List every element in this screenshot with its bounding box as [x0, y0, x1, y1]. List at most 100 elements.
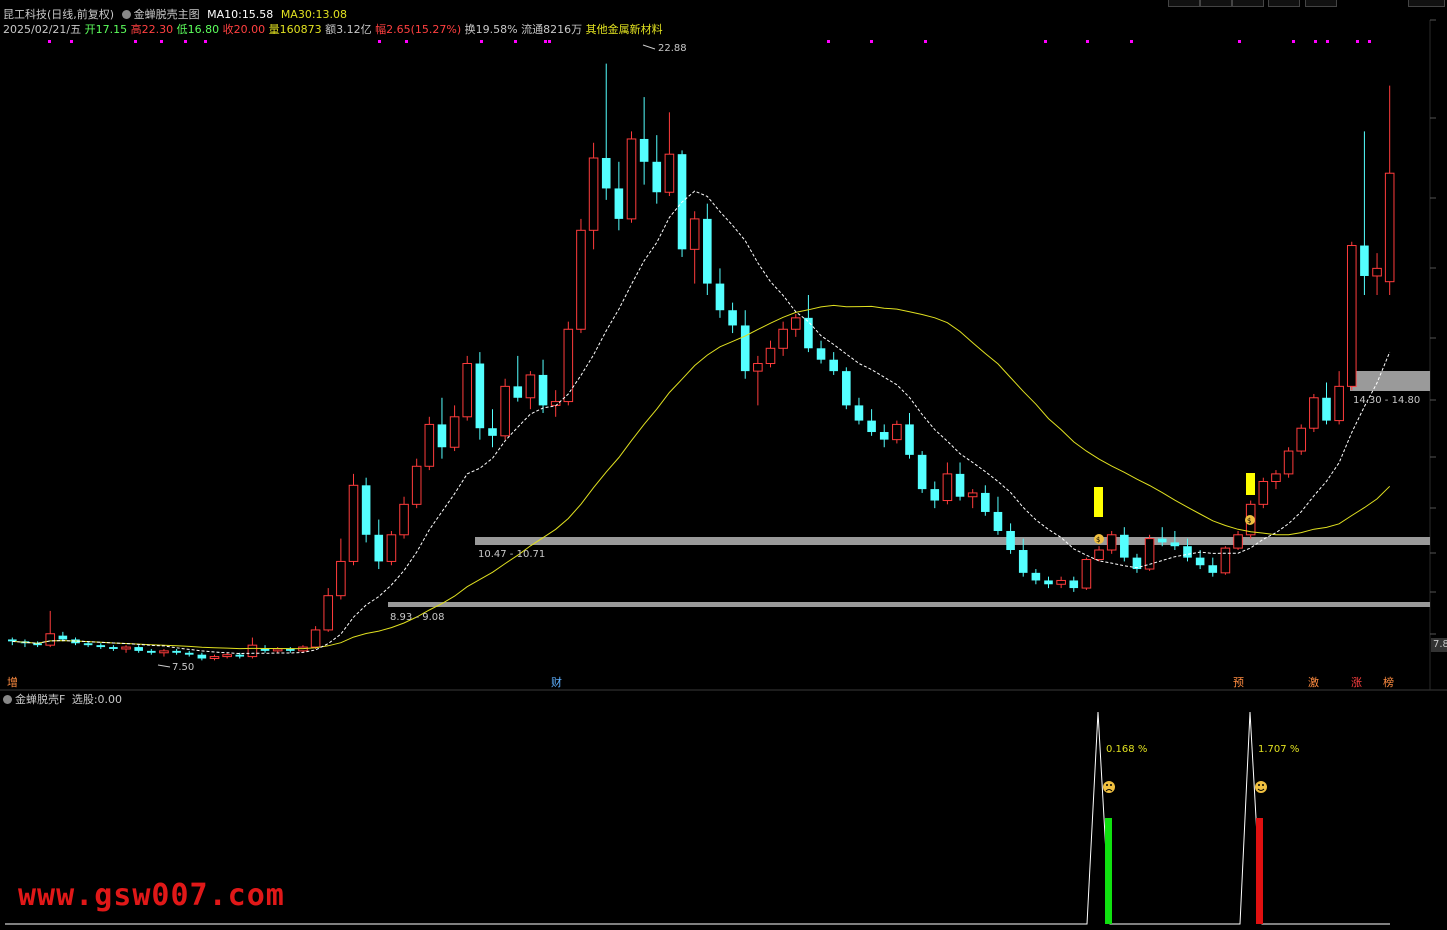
candle-body[interactable]: [765, 347, 776, 365]
candle-body[interactable]: [1018, 550, 1028, 573]
candle-body[interactable]: [1360, 245, 1369, 276]
candle-body[interactable]: [588, 157, 599, 231]
candle-body[interactable]: [854, 405, 864, 421]
candle-body[interactable]: [437, 424, 447, 448]
candle-body[interactable]: [184, 652, 194, 655]
candle-body[interactable]: [1296, 427, 1307, 452]
candle-body[interactable]: [993, 511, 1003, 531]
candle-body[interactable]: [96, 645, 106, 648]
candle-body[interactable]: [652, 161, 662, 193]
candle-body[interactable]: [740, 325, 750, 372]
candle-body[interactable]: [411, 465, 422, 505]
candle-body[interactable]: [816, 348, 826, 360]
candle-body[interactable]: [45, 633, 56, 646]
period-label[interactable]: (日线,前复权): [47, 8, 114, 21]
sector-label[interactable]: 其他金属新材料: [586, 23, 663, 36]
candle-body[interactable]: [121, 646, 131, 650]
candle-body[interactable]: [525, 374, 536, 399]
formula-name[interactable]: 金蝉脱壳主图: [134, 8, 200, 21]
candle-body[interactable]: [728, 310, 737, 326]
candle-body[interactable]: [1208, 565, 1218, 573]
candle-body[interactable]: [1170, 542, 1180, 547]
candle-body[interactable]: [967, 492, 978, 498]
candle-body[interactable]: [197, 654, 207, 659]
candle-body[interactable]: [1081, 559, 1092, 589]
candle-body[interactable]: [1271, 473, 1281, 483]
candle-body[interactable]: [879, 432, 889, 440]
candle-body[interactable]: [424, 423, 435, 467]
candle-body[interactable]: [664, 153, 675, 193]
candle-body[interactable]: [488, 428, 497, 436]
candle-body[interactable]: [550, 401, 561, 406]
candle-body[interactable]: [842, 371, 851, 406]
candle-body[interactable]: [361, 485, 371, 535]
sub-title[interactable]: 金蝉脱壳F: [15, 693, 65, 706]
candle-body[interactable]: [159, 650, 169, 654]
candle-body[interactable]: [1044, 580, 1053, 585]
marker-yu[interactable]: 预: [1233, 676, 1244, 690]
candle-body[interactable]: [1031, 572, 1041, 581]
candle-body[interactable]: [930, 489, 940, 501]
candle-body[interactable]: [1006, 530, 1015, 551]
candle-body[interactable]: [1346, 245, 1357, 387]
candle-body[interactable]: [892, 423, 902, 441]
candle-body[interactable]: [386, 534, 397, 562]
candle-body[interactable]: [134, 647, 143, 651]
candle-body[interactable]: [222, 654, 232, 658]
marker-bang[interactable]: 榜: [1383, 676, 1394, 690]
candle-body[interactable]: [981, 492, 990, 512]
marker-ji[interactable]: 激: [1308, 676, 1319, 690]
candle-body[interactable]: [336, 560, 346, 597]
candle-body[interactable]: [1157, 538, 1167, 543]
marker-zhang[interactable]: 涨: [1351, 676, 1362, 690]
candle-body[interactable]: [348, 484, 359, 562]
candle-body[interactable]: [538, 374, 548, 406]
candle-body[interactable]: [500, 385, 510, 437]
candle-body[interactable]: [955, 473, 965, 497]
candle-body[interactable]: [778, 328, 788, 349]
candle-body[interactable]: [475, 363, 485, 429]
candle-body[interactable]: [790, 317, 801, 330]
candle-body[interactable]: [1283, 450, 1294, 475]
formula-dropdown-icon[interactable]: [121, 10, 131, 19]
candle-body[interactable]: [83, 643, 93, 646]
candle-body[interactable]: [147, 650, 156, 653]
candle-body[interactable]: [462, 363, 473, 418]
marker-cai[interactable]: 财: [551, 676, 562, 690]
candle-body[interactable]: [286, 648, 295, 651]
candle-body[interactable]: [1233, 534, 1243, 549]
candle-body[interactable]: [172, 650, 181, 653]
candle-body[interactable]: [576, 229, 586, 330]
candle-body[interactable]: [1056, 579, 1066, 585]
candle-body[interactable]: [689, 218, 700, 250]
candle-body[interactable]: [1094, 549, 1104, 561]
candle-body[interactable]: [247, 644, 258, 658]
candle-body[interactable]: [1220, 547, 1231, 574]
candle-body[interactable]: [1195, 557, 1205, 566]
candle-body[interactable]: [867, 420, 876, 433]
candle-body[interactable]: [513, 386, 523, 398]
candle-body[interactable]: [1384, 172, 1395, 283]
candle-body[interactable]: [272, 648, 283, 652]
candle-body[interactable]: [235, 654, 245, 657]
candle-body[interactable]: [1372, 267, 1382, 277]
candle-body[interactable]: [917, 454, 927, 490]
candle-body[interactable]: [1334, 385, 1344, 422]
candle-body[interactable]: [715, 283, 725, 311]
candle-body[interactable]: [942, 473, 953, 502]
marker-zeng[interactable]: 增: [7, 676, 18, 690]
candle-body[interactable]: [8, 639, 17, 642]
candle-body[interactable]: [449, 416, 460, 448]
candle-body[interactable]: [639, 138, 649, 162]
candle-body[interactable]: [614, 188, 624, 219]
candle-body[interactable]: [1322, 397, 1331, 421]
sub-dropdown-icon[interactable]: [3, 695, 12, 704]
candle-body[interactable]: [1120, 534, 1129, 558]
candle-body[interactable]: [829, 359, 838, 372]
candle-body[interactable]: [563, 328, 574, 403]
candle-body[interactable]: [109, 647, 118, 649]
candle-body[interactable]: [310, 629, 321, 648]
candle-body[interactable]: [58, 635, 68, 640]
candle-body[interactable]: [905, 424, 914, 455]
candle-body[interactable]: [260, 648, 270, 651]
